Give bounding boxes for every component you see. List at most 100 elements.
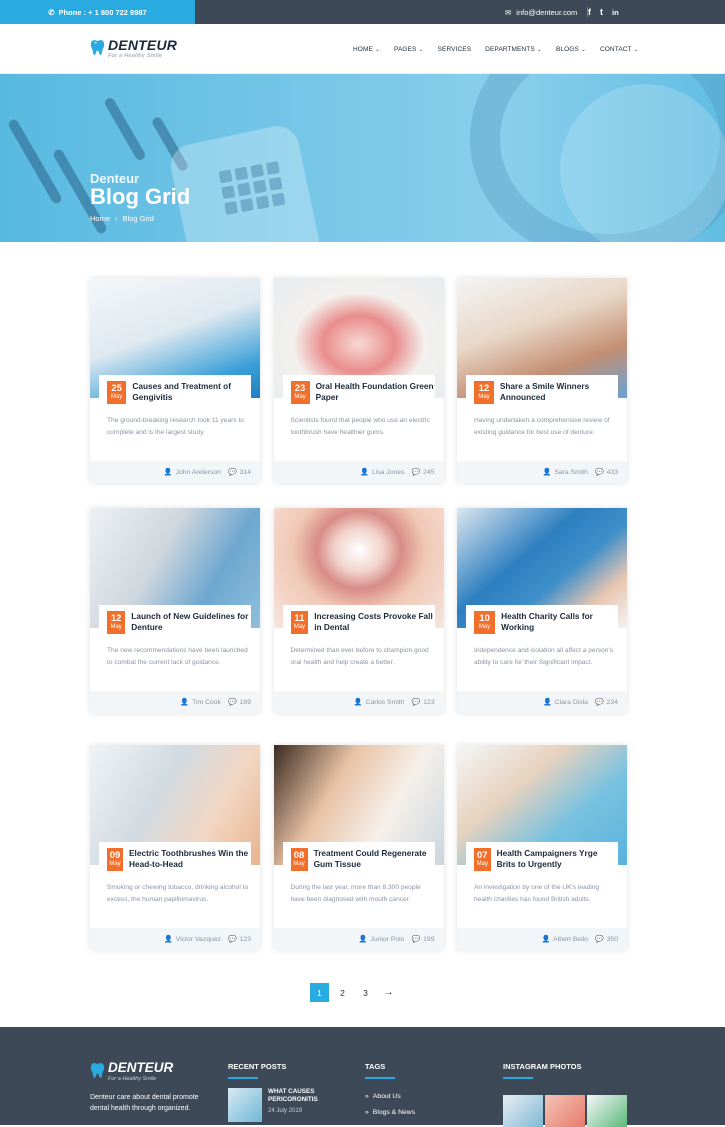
author-meta[interactable]: 👤 Sara Smith <box>543 468 588 476</box>
author-meta[interactable]: 👤 Clara Disla <box>543 698 588 706</box>
chevron-down-icon: ⌄ <box>536 46 542 53</box>
linkedin-icon[interactable]: in <box>612 8 619 17</box>
page-hero: Denteur Blog Grid Home › Blog Grid <box>0 74 725 242</box>
title-underline <box>365 1077 395 1079</box>
blog-card[interactable]: 09 May Electric Toothbrushes Win the Hea… <box>90 745 260 950</box>
brand-logo[interactable]: DENTEUR For a Healthy Smile <box>90 38 177 59</box>
next-page-button[interactable]: → <box>379 983 398 1002</box>
date-month: May <box>111 393 123 400</box>
author-meta[interactable]: 👤 Albert Bello <box>541 935 587 943</box>
date-day: 07 <box>477 850 488 862</box>
chevron-down-icon: ⌄ <box>633 46 639 53</box>
date-month: May <box>109 860 121 867</box>
comments-meta[interactable]: 💬 189 <box>228 698 251 706</box>
blog-card-title[interactable]: Treatment Could Regenerate Gum Tissue <box>314 848 435 870</box>
blog-card-title[interactable]: Health Charity Calls for Working <box>501 611 618 633</box>
author-name: Junior Polo <box>370 936 405 943</box>
nav-departments-label: DEPARTMENTS <box>485 45 535 53</box>
user-icon: 👤 <box>542 469 552 476</box>
author-name: Clara Disla <box>554 699 588 706</box>
blog-card-excerpt: The ground-breaking research took 11 yea… <box>107 417 244 436</box>
blog-card-header: 23 May Oral Health Foundation Green Pape… <box>282 375 435 409</box>
nav-contact[interactable]: CONTACT ⌄ <box>600 46 639 53</box>
blog-card-header: 07 May Health Campaigners Yrge Brits to … <box>466 842 618 876</box>
chevron-down-icon: ⌄ <box>374 46 381 53</box>
blog-card-header: 08 May Treatment Could Regenerate Gum Ti… <box>282 842 435 876</box>
comments-meta[interactable]: 💬 350 <box>595 935 618 943</box>
blog-card[interactable]: 07 May Health Campaigners Yrge Brits to … <box>457 745 627 950</box>
tag-link[interactable]: » About Us <box>365 1093 415 1100</box>
comments-meta[interactable]: 💬 314 <box>228 468 251 476</box>
comments-icon: 💬 <box>594 469 604 476</box>
email-contact[interactable]: ✉ info@denteur.com <box>505 0 577 24</box>
facebook-icon[interactable]: f <box>588 7 591 17</box>
blog-card-title[interactable]: Launch of New Guidelines for Denture <box>131 611 251 633</box>
comments-meta[interactable]: 💬 245 <box>411 468 434 476</box>
footer-logo[interactable]: DENTEUR For a Healthy Smile <box>90 1061 173 1082</box>
blog-card[interactable]: 23 May Oral Health Foundation Green Pape… <box>273 278 444 483</box>
blog-card-title[interactable]: Share a Smile Winners Announced <box>500 381 618 403</box>
chevron-down-icon: ⌄ <box>418 46 424 53</box>
blog-card-header: 12 May Share a Smile Winners Announced <box>466 375 618 409</box>
author-name: Lisa Jones <box>371 469 405 476</box>
nav-pages[interactable]: PAGES ⌄ <box>394 46 424 53</box>
double-chevron-icon: » <box>365 1093 369 1100</box>
nav-home[interactable]: HOME ⌄ <box>353 46 380 53</box>
blog-card[interactable]: 10 May Health Charity Calls for Working … <box>457 508 627 713</box>
blog-card-title[interactable]: Causes and Treatment of Gengivitis <box>132 381 251 403</box>
comments-meta[interactable]: 💬 199 <box>411 935 434 943</box>
date-month: May <box>294 393 306 400</box>
comments-meta[interactable]: 💬 433 <box>595 468 618 476</box>
comment-count: 123 <box>239 936 251 943</box>
author-meta[interactable]: 👤 Lisa Jones <box>360 468 404 476</box>
nav-departments[interactable]: DEPARTMENTS ⌄ <box>485 46 542 53</box>
blog-card-excerpt: Determined than ever before to champion … <box>290 647 429 666</box>
blog-card[interactable]: 11 May Increasing Costs Provoke Fall in … <box>273 508 444 713</box>
comment-count: 314 <box>239 469 251 476</box>
hero-decor-lamp-center <box>560 84 725 242</box>
comments-meta[interactable]: 💬 123 <box>228 935 251 943</box>
page-1-button[interactable]: 1 <box>310 983 329 1002</box>
blog-card-title[interactable]: Electric Toothbrushes Win the Head-to-He… <box>129 848 251 870</box>
author-name: Sara Smith <box>554 469 588 476</box>
user-icon: 👤 <box>360 469 369 476</box>
blog-card[interactable]: 25 May Causes and Treatment of Gengiviti… <box>90 278 260 483</box>
comments-icon: 💬 <box>411 936 421 943</box>
nav-services[interactable]: SERVICES <box>438 46 472 53</box>
nav-blogs[interactable]: BLOGS ⌄ <box>556 46 586 53</box>
instagram-photo[interactable] <box>587 1095 627 1127</box>
date-day: 08 <box>293 850 305 862</box>
phone-bar[interactable]: ✆ Phone : + 1 800 722 8987 <box>0 0 195 24</box>
author-name: John Anderson <box>175 469 221 476</box>
author-meta[interactable]: 👤 Junior Polo <box>359 935 405 943</box>
instagram-photo[interactable] <box>503 1095 543 1127</box>
instagram-photo[interactable] <box>545 1095 585 1127</box>
blog-card-meta: 👤 Sara Smith 💬 433 <box>457 461 627 483</box>
author-meta[interactable]: 👤 Tim Cook <box>180 698 221 706</box>
recent-post-item[interactable]: WHAT CAUSES PERICORONITIS 24 July 2019 <box>228 1088 328 1122</box>
page-2-button[interactable]: 2 <box>333 983 352 1002</box>
blog-card[interactable]: 12 May Share a Smile Winners Announced H… <box>457 278 627 483</box>
blog-card[interactable]: 08 May Treatment Could Regenerate Gum Ti… <box>273 745 444 950</box>
page-3-button[interactable]: 3 <box>356 983 375 1002</box>
blog-card-title[interactable]: Health Campaigners Yrge Brits to Urgentl… <box>497 848 618 870</box>
blog-card-meta: 👤 Carlos Smith 💬 123 <box>273 691 444 713</box>
blog-card-title[interactable]: Oral Health Foundation Green Paper <box>316 381 435 403</box>
blog-card[interactable]: 12 May Launch of New Guidelines for Dent… <box>90 508 260 713</box>
author-meta[interactable]: 👤 John Anderson <box>164 468 221 476</box>
twitter-icon[interactable]: t <box>600 7 603 17</box>
comments-meta[interactable]: 💬 234 <box>595 698 618 706</box>
comments-meta[interactable]: 💬 123 <box>411 698 434 706</box>
author-meta[interactable]: 👤 Victor Vazquez <box>164 935 221 943</box>
blog-card-excerpt: The new recommendations have been launch… <box>107 647 248 666</box>
date-badge: 09 May <box>107 847 123 871</box>
comment-count: 245 <box>423 469 435 476</box>
author-meta[interactable]: 👤 Carlos Smith <box>354 698 405 706</box>
social-links: f t in <box>588 0 619 24</box>
author-name: Albert Bello <box>553 936 588 943</box>
site-footer: DENTEUR For a Healthy Smile Denteur care… <box>0 1027 725 1127</box>
breadcrumb-home[interactable]: Home <box>90 214 110 223</box>
tag-link[interactable]: » Blogs & News <box>365 1109 415 1116</box>
user-icon: 👤 <box>541 936 551 943</box>
blog-card-title[interactable]: Increasing Costs Provoke Fall in Dental <box>314 611 434 633</box>
